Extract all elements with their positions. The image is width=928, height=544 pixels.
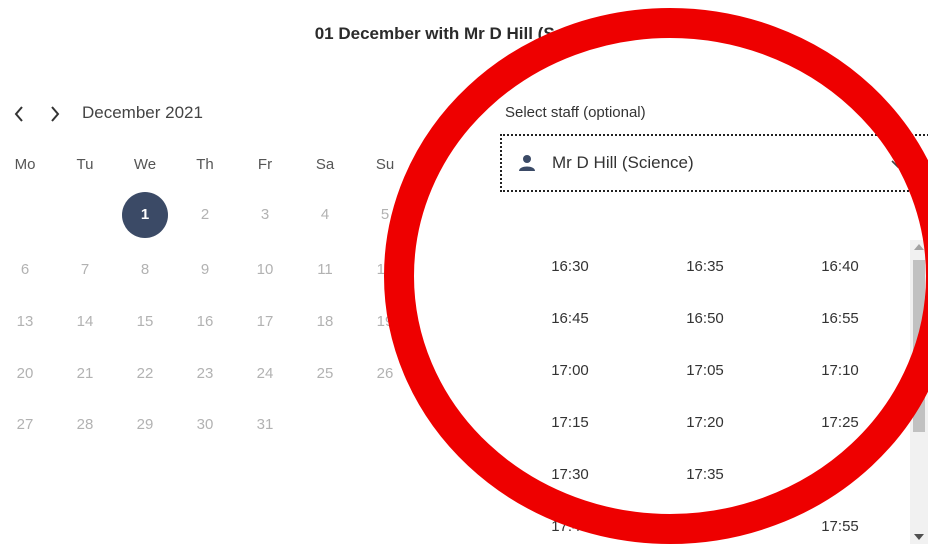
calendar-day[interactable]: 31 <box>243 403 287 447</box>
time-slot-button[interactable]: 17:40 <box>780 455 900 495</box>
user-icon <box>519 155 535 171</box>
staff-select[interactable]: Mr D Hill (Science) <box>500 134 928 192</box>
weekday-label: Tu <box>76 156 94 173</box>
calendar-day[interactable]: 26 <box>363 352 407 396</box>
time-slot-button[interactable]: 17:15 <box>510 403 630 443</box>
scroll-thumb[interactable] <box>913 260 925 432</box>
time-slot-button[interactable]: 16:55 <box>780 299 900 339</box>
time-slot-button[interactable]: 17:10 <box>780 351 900 391</box>
calendar-day[interactable]: 21 <box>63 352 107 396</box>
weekday-label: Sa <box>315 156 335 173</box>
calendar-day[interactable]: 29 <box>123 403 167 447</box>
calendar-day[interactable]: 3 <box>243 193 287 237</box>
time-slot-button[interactable]: 17:25 <box>780 403 900 443</box>
time-slot-button[interactable]: 17:05 <box>645 351 765 391</box>
page-title: 01 December with Mr D Hill (Science) <box>314 24 614 43</box>
time-slot-button[interactable]: 17:20 <box>645 403 765 443</box>
slots-scrollbar[interactable] <box>910 240 928 544</box>
time-slot-button[interactable]: 16:35 <box>645 247 765 287</box>
next-month-button[interactable] <box>44 101 66 127</box>
time-slot-button[interactable]: 17:35 <box>645 455 765 495</box>
calendar-day[interactable]: 28 <box>63 403 107 447</box>
prev-month-button[interactable] <box>8 101 30 127</box>
time-slot-button[interactable]: 17:50 <box>645 507 765 544</box>
time-slot-button[interactable]: 16:30 <box>510 247 630 287</box>
calendar-day[interactable]: 11 <box>303 248 347 292</box>
time-slot-button[interactable]: 17:30 <box>510 455 630 495</box>
calendar-day[interactable]: 23 <box>183 352 227 396</box>
calendar-day[interactable]: 4 <box>303 193 347 237</box>
calendar-day[interactable]: 8 <box>123 248 167 292</box>
calendar-day[interactable]: 17 <box>243 300 287 344</box>
calendar-day[interactable]: 20 <box>3 352 47 396</box>
staff-selected-value: Mr D Hill (Science) <box>552 153 694 172</box>
calendar-day[interactable]: 12 <box>363 248 407 292</box>
time-slot-button[interactable]: 16:45 <box>510 299 630 339</box>
calendar-day-selected[interactable]: 1 <box>122 192 168 238</box>
calendar-day[interactable]: 9 <box>183 248 227 292</box>
weekday-label: We <box>133 156 157 173</box>
scroll-down-arrow-icon[interactable] <box>914 534 924 540</box>
weekday-label: Mo <box>14 156 36 173</box>
calendar-day[interactable]: 16 <box>183 300 227 344</box>
chevron-down-icon <box>891 160 905 169</box>
calendar-day[interactable]: 24 <box>243 352 287 396</box>
calendar-day[interactable]: 25 <box>303 352 347 396</box>
calendar-day[interactable]: 18 <box>303 300 347 344</box>
scroll-up-arrow-icon[interactable] <box>914 244 924 250</box>
calendar-day[interactable]: 22 <box>123 352 167 396</box>
calendar-day[interactable]: 13 <box>3 300 47 344</box>
time-slot-list: 16:30 16:35 16:40 16:45 16:50 16:55 17:00 17:05… <box>500 240 910 544</box>
weekday-label: Th <box>196 156 214 173</box>
time-slot-button[interactable]: 16:40 <box>780 247 900 287</box>
chevron-right-icon <box>51 106 60 122</box>
staff-label: Select staff (optional) <box>505 104 646 121</box>
calendar-day[interactable]: 27 <box>3 403 47 447</box>
time-slot-button[interactable]: 17:45 <box>510 507 630 544</box>
chevron-left-icon <box>14 106 23 122</box>
calendar-day[interactable]: 19 <box>363 300 407 344</box>
time-slot-button[interactable]: 17:00 <box>510 351 630 391</box>
calendar-day[interactable]: 30 <box>183 403 227 447</box>
calendar-day[interactable]: 14 <box>63 300 107 344</box>
weekday-label: Fr <box>257 156 273 173</box>
calendar-day[interactable]: 10 <box>243 248 287 292</box>
time-slot-button[interactable]: 16:50 <box>645 299 765 339</box>
weekday-label: Su <box>375 156 395 173</box>
calendar-day[interactable]: 15 <box>123 300 167 344</box>
calendar-day[interactable]: 2 <box>183 193 227 237</box>
calendar-day[interactable]: 6 <box>3 248 47 292</box>
time-slot-button[interactable]: 17:55 <box>780 507 900 544</box>
month-label: December 2021 <box>82 103 203 122</box>
calendar-day[interactable]: 7 <box>63 248 107 292</box>
calendar-day[interactable]: 5 <box>363 193 407 237</box>
